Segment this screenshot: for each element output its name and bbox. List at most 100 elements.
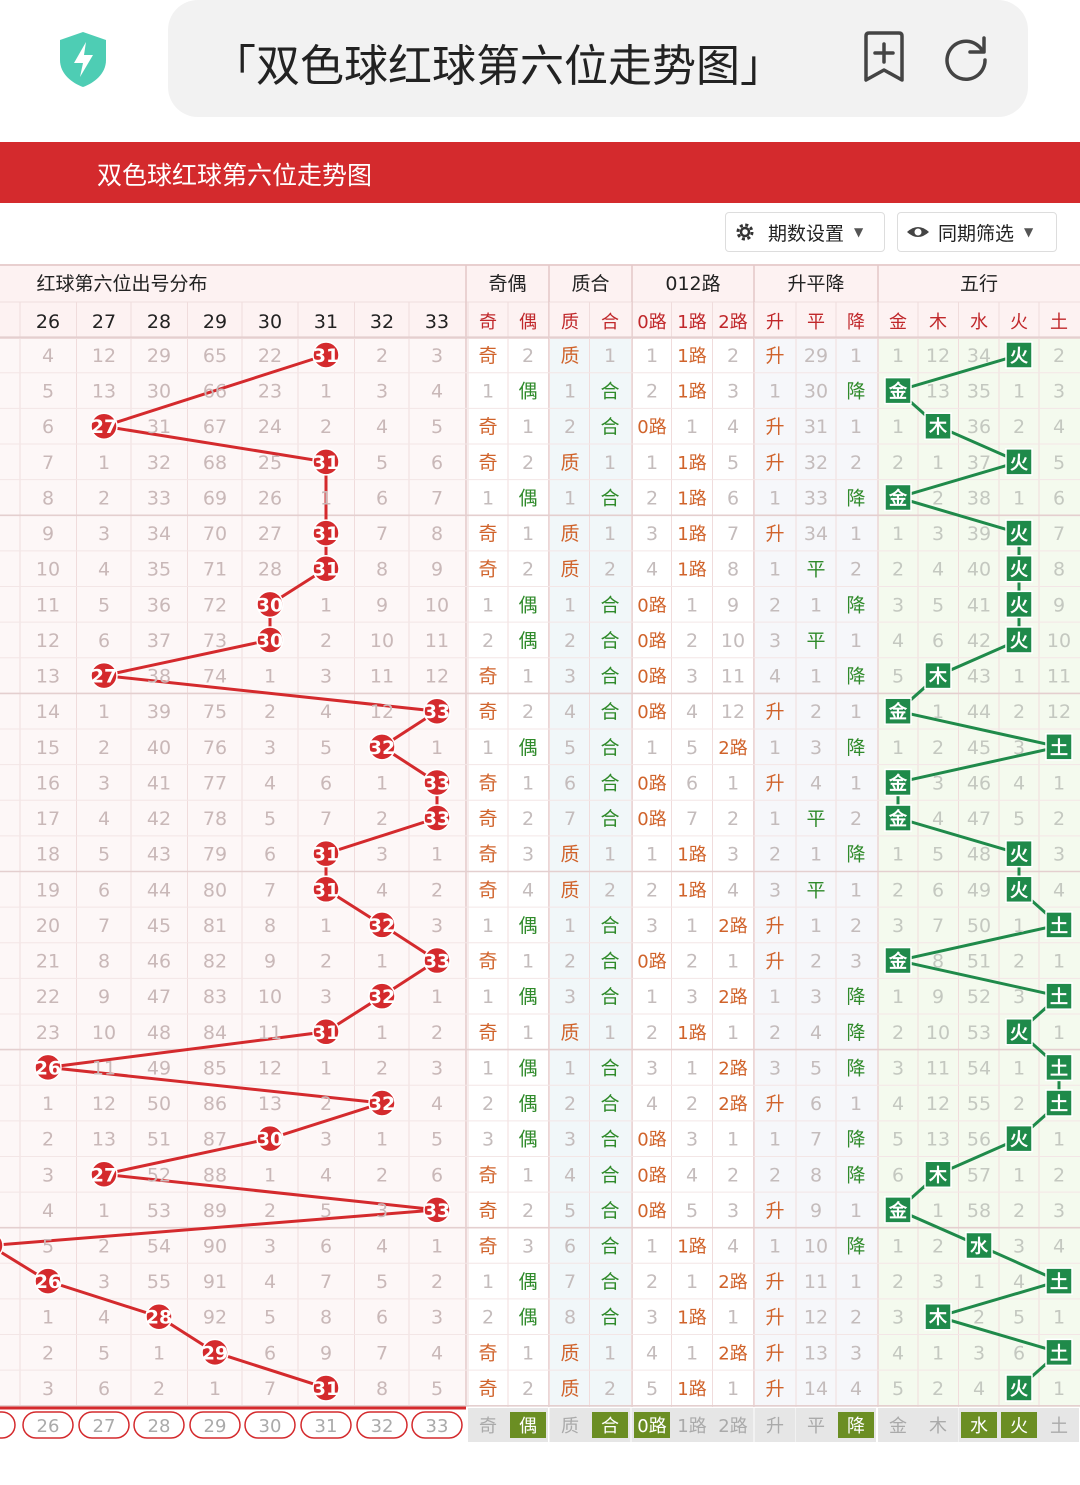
miss-count: 1 [376, 1022, 388, 1044]
miss-count: 4 [98, 559, 110, 581]
miss-count: 3 [431, 915, 443, 937]
miss-count: 5 [892, 666, 904, 688]
reload-icon[interactable] [940, 32, 992, 84]
miss-count: 4 [264, 1271, 276, 1293]
stat-cell: 1路 [677, 488, 706, 509]
miss-count: 3 [42, 1164, 54, 1186]
stat-cell: 合 [600, 986, 619, 1008]
stat-cell: 6 [810, 1093, 822, 1115]
stat-cell: 0路 [637, 952, 666, 973]
stat-cell: 3 [769, 1057, 781, 1079]
stat-cell: 3 [646, 915, 658, 937]
stat-cell: 2 [686, 951, 698, 973]
stat-cell: 1 [482, 986, 494, 1008]
miss-count: 4 [1053, 1236, 1065, 1258]
stat-cell: 合 [600, 1271, 619, 1293]
footer-ball-pill [0, 1411, 16, 1439]
period-settings-label: 期数设置 [768, 222, 845, 245]
miss-count: 76 [203, 737, 227, 759]
column-header: 木 [929, 312, 947, 333]
column-header: 0路 [637, 312, 666, 333]
ball-number: 33 [424, 808, 450, 830]
miss-count: 90 [203, 1236, 227, 1258]
stat-cell: 1 [769, 381, 781, 403]
miss-count: 51 [967, 951, 991, 973]
stat-cell: 1 [850, 416, 862, 438]
stat-cell: 1 [850, 630, 862, 652]
stat-cell: 6 [564, 1236, 576, 1258]
miss-count: 1 [42, 1307, 54, 1329]
stat-cell: 0路 [637, 1165, 666, 1186]
footer-label: 27 [93, 1416, 116, 1437]
stat-cell: 偶 [518, 1307, 537, 1329]
stat-cell: 0路 [637, 667, 666, 688]
miss-count: 1 [431, 737, 443, 759]
stat-cell: 2 [810, 701, 822, 723]
miss-count: 5 [98, 844, 110, 866]
miss-count: 7 [98, 915, 110, 937]
miss-count: 22 [258, 345, 282, 367]
miss-count: 6 [892, 1164, 904, 1186]
ball-number: 31 [313, 345, 339, 367]
stat-cell: 2 [646, 879, 658, 901]
prime-composite-bg [549, 338, 632, 1407]
ball-number: 31 [313, 844, 339, 866]
stat-cell: 升 [765, 915, 784, 937]
group-header: 升平降 [787, 273, 844, 295]
stat-cell: 1路 [677, 1023, 706, 1044]
stat-cell: 4 [727, 416, 739, 438]
miss-count: 1 [320, 594, 332, 616]
miss-count: 75 [203, 701, 227, 723]
stat-cell: 奇 [478, 523, 497, 545]
ball-number: 27 [91, 416, 117, 438]
ball-number: 33 [424, 1200, 450, 1222]
miss-count: 1 [1013, 381, 1025, 403]
period-settings-dropdown[interactable]: 期数设置 ▼ [725, 212, 885, 252]
gear-icon [736, 223, 754, 241]
miss-count: 33 [147, 487, 171, 509]
miss-count: 9 [932, 986, 944, 1008]
miss-count: 5 [1053, 452, 1065, 474]
ball-number: 30 [257, 594, 283, 616]
stat-cell: 2 [646, 487, 658, 509]
browser-top-bar: 「双色球红球第六位走势图」 [0, 0, 1080, 142]
miss-count: 5 [431, 416, 443, 438]
miss-count: 7 [42, 452, 54, 474]
miss-count: 6 [1013, 1342, 1025, 1364]
url-text[interactable]: 「双色球红球第六位走势图」 [212, 30, 802, 94]
miss-count: 48 [147, 1022, 171, 1044]
five-element-label: 土 [1050, 1343, 1068, 1364]
stat-cell: 1 [482, 487, 494, 509]
miss-count: 3 [431, 1057, 443, 1079]
five-element-label: 金 [888, 487, 908, 509]
miss-count: 55 [967, 1093, 991, 1115]
stat-cell: 升 [765, 1378, 784, 1400]
miss-count: 2 [320, 416, 332, 438]
miss-count: 3 [1053, 844, 1065, 866]
ball-number: 31 [313, 523, 339, 545]
ball-number: 26 [35, 1271, 61, 1293]
same-period-filter-dropdown[interactable]: 同期筛选 ▼ [897, 212, 1057, 252]
stat-cell: 偶 [518, 986, 537, 1008]
miss-count: 4 [892, 1093, 904, 1115]
footer-highlight [961, 1412, 997, 1438]
add-bookmark-icon[interactable] [858, 30, 910, 84]
eye-icon [907, 227, 929, 237]
stat-cell: 1 [810, 666, 822, 688]
ball-mark [423, 804, 451, 832]
miss-count: 1 [892, 1236, 904, 1258]
shield-bolt-icon[interactable] [56, 30, 110, 88]
stat-cell: 2 [727, 345, 739, 367]
footer-highlight [634, 1412, 670, 1438]
stat-cell: 升 [765, 772, 784, 794]
stat-cell: 2路 [718, 1343, 747, 1364]
ball-mark [423, 946, 451, 975]
footer-cell-bg [999, 1408, 1039, 1442]
stat-cell: 质 [560, 452, 579, 474]
five-element-mark [1045, 733, 1073, 761]
five-element-mark [1005, 554, 1033, 583]
miss-count: 1 [932, 701, 944, 723]
miss-count: 13 [36, 666, 60, 688]
miss-count: 4 [932, 559, 944, 581]
ball-number: 32 [369, 737, 395, 759]
